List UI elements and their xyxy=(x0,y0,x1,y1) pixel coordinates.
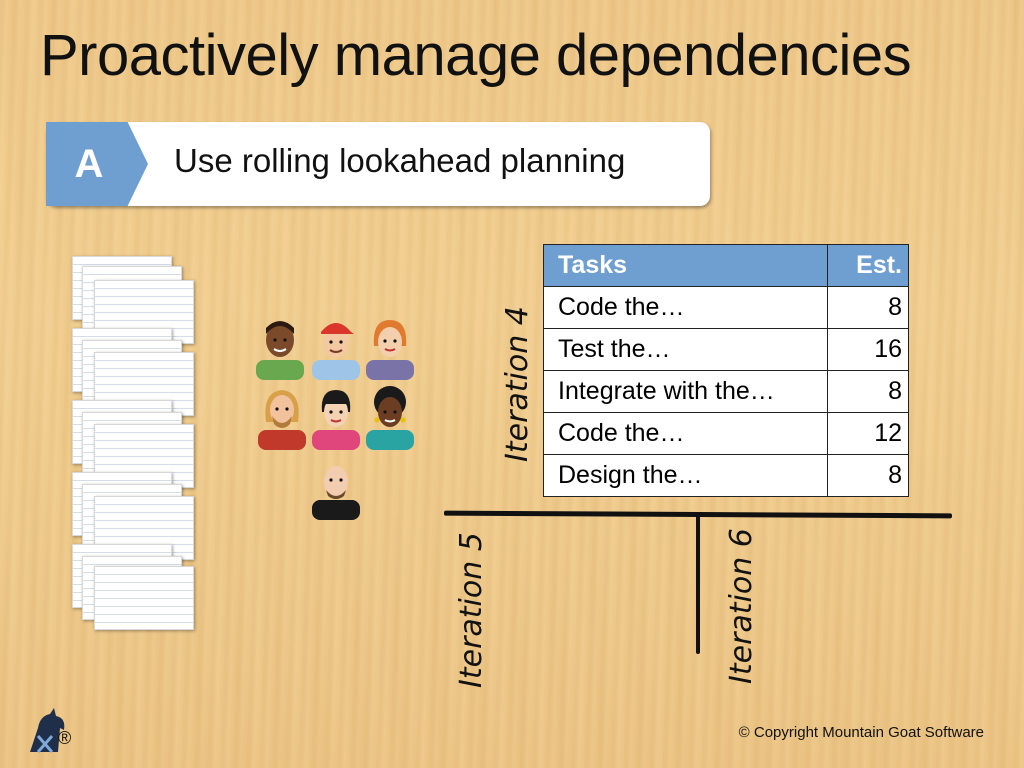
iteration-6-label: Iteration 6 xyxy=(724,528,759,684)
task-cell: Design the… xyxy=(543,454,828,497)
tasks-column-header: Tasks xyxy=(543,244,828,287)
estimate-cell: 8 xyxy=(827,370,909,413)
team-member-avatar xyxy=(366,320,414,380)
task-table-header: Tasks Est. xyxy=(543,244,909,287)
goat-icon xyxy=(30,708,65,753)
table-row: Integrate with the… 8 xyxy=(543,370,909,413)
team-member-avatar xyxy=(312,323,360,380)
slide-title: Proactively manage dependencies xyxy=(40,23,912,88)
task-table: Tasks Est. Code the… 8 Test the… 16 Inte… xyxy=(543,244,909,497)
iteration-4-label: Iteration 4 xyxy=(500,306,535,462)
iteration-5-label: Iteration 5 xyxy=(454,532,489,688)
table-row: Test the… 16 xyxy=(543,328,909,371)
estimate-cell: 8 xyxy=(827,454,909,497)
mountain-goat-logo: ® xyxy=(24,706,80,763)
table-row: Design the… 8 xyxy=(543,454,909,497)
index-card xyxy=(94,566,194,630)
estimate-cell: 8 xyxy=(827,286,909,329)
team-member-avatar xyxy=(312,466,360,520)
task-cell: Code the… xyxy=(543,286,828,329)
estimate-cell: 12 xyxy=(827,412,909,455)
table-row: Code the… 12 xyxy=(543,412,909,455)
team-member-avatar xyxy=(256,321,304,380)
estimate-cell: 16 xyxy=(827,328,909,371)
task-cell: Test the… xyxy=(543,328,828,371)
team-member-avatar xyxy=(312,390,360,450)
table-row: Code the… 8 xyxy=(543,286,909,329)
registered-mark: ® xyxy=(58,728,72,748)
copyright-text: © Copyright Mountain Goat Software xyxy=(738,724,984,741)
estimate-column-header: Est. xyxy=(827,244,909,287)
team-member-avatar xyxy=(366,386,414,450)
timeline-divider-line xyxy=(696,514,700,654)
section-banner-text: Use rolling lookahead planning xyxy=(174,142,626,179)
team-member-avatar xyxy=(258,390,306,450)
section-badge-letter: A xyxy=(74,142,104,186)
task-cell: Integrate with the… xyxy=(543,370,828,413)
task-cell: Code the… xyxy=(543,412,828,455)
